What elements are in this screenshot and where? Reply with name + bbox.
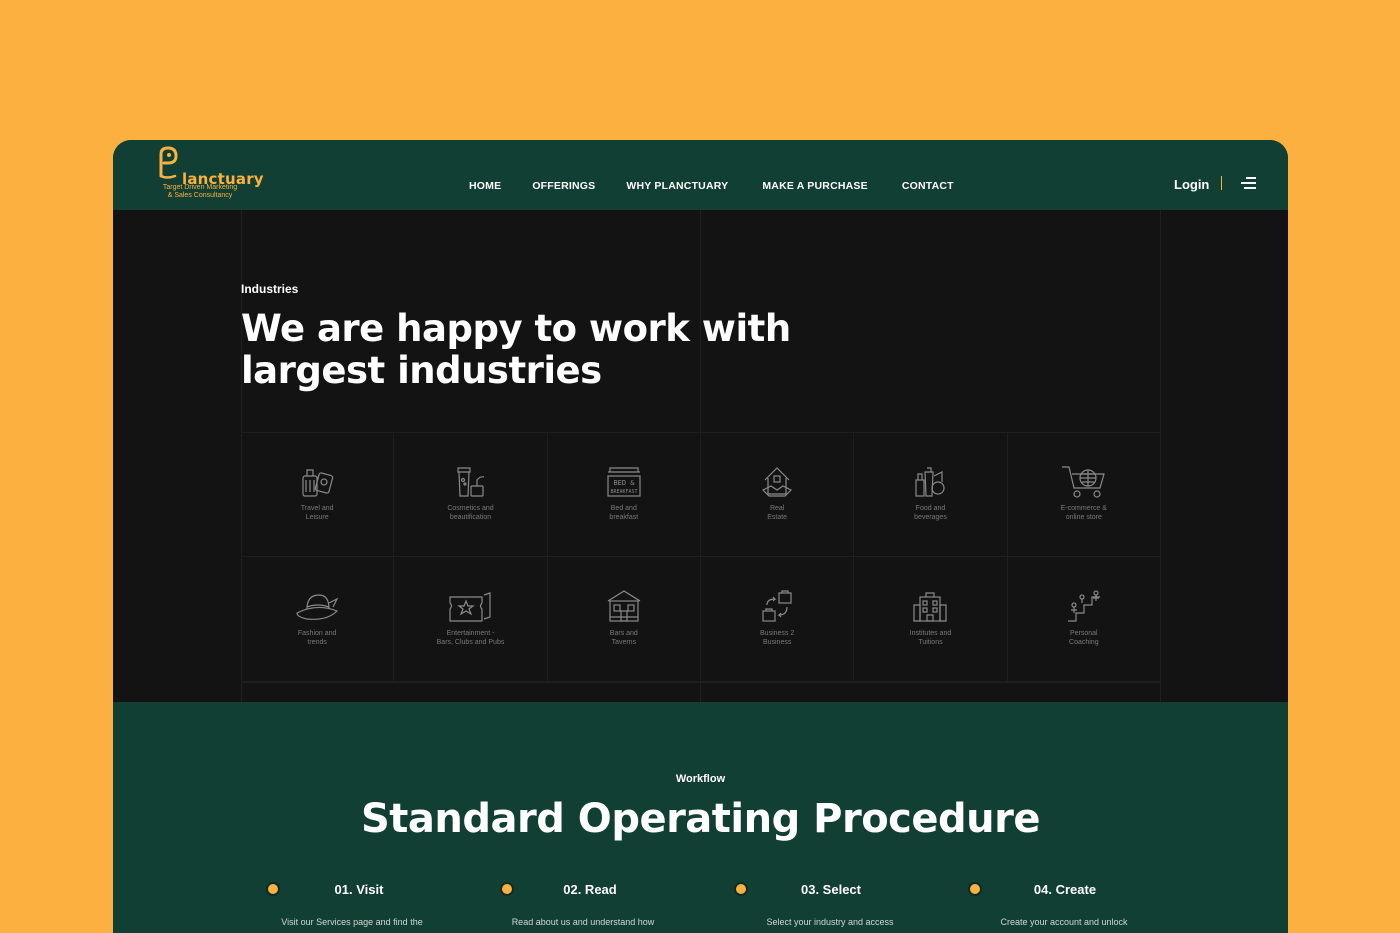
food-beverages-icon xyxy=(915,467,946,497)
nav-contact[interactable]: CONTACT xyxy=(902,180,954,192)
nav-offerings[interactable]: OFFERINGS xyxy=(532,180,595,192)
step-text: Create your account and unlock xyxy=(1000,917,1128,927)
cart-globe-icon xyxy=(1061,466,1105,498)
step-text: Select your industry and access xyxy=(766,917,894,927)
real-estate-icon xyxy=(762,467,793,497)
site-header: lanctuary Target Driven Marketing & Sale… xyxy=(113,140,1288,210)
industry-tile-bars[interactable]: Bars and Taverns xyxy=(547,557,701,682)
hamburger-icon[interactable] xyxy=(1240,177,1256,189)
industries-title-line1: We are happy to work with xyxy=(241,307,791,350)
workflow-title: Standard Operating Procedure xyxy=(361,796,1041,842)
step-text: Visit our Services page and find the xyxy=(281,917,423,927)
tile-label: Fashion and trends xyxy=(297,630,337,646)
cosmetics-icon xyxy=(457,467,485,497)
tile-label: E-commerce & online store xyxy=(1060,505,1107,521)
brand-tagline: Target Driven Marketing & Sales Consulta… xyxy=(145,184,255,200)
svg-text:BED &: BED & xyxy=(613,479,635,487)
site-frame: lanctuary Target Driven Marketing & Sale… xyxy=(113,140,1288,933)
industry-tile-entertainment[interactable]: Entertainment - Bars, Clubs and Pubs xyxy=(394,557,548,682)
b2b-icon xyxy=(762,590,792,622)
nav-why-planctuary[interactable]: WHY PLANCTUARY xyxy=(626,180,728,192)
step-title: 01. Visit xyxy=(334,882,384,897)
industry-tile-bed-breakfast[interactable]: BED & BREAKFAST Bed and breakfast xyxy=(547,432,701,557)
login-link[interactable]: Login xyxy=(1174,177,1209,192)
industry-grid: Travel and Leisure Cosmetics and beautif… xyxy=(241,432,1161,682)
workflow-kicker: Workflow xyxy=(675,773,726,785)
industry-tile-institutes[interactable]: Institutes and Tuitions xyxy=(854,557,1008,682)
coaching-icon xyxy=(1067,590,1100,622)
industries-kicker: Industries xyxy=(241,282,299,296)
industry-tile-cosmetics[interactable]: Cosmetics and beautification xyxy=(394,432,548,557)
tagline-line1: Target Driven Marketing xyxy=(162,184,238,191)
step-title: 04. Create xyxy=(1033,882,1097,897)
main-nav: HOME OFFERINGS WHY PLANCTUARY MAKE A PUR… xyxy=(469,180,985,192)
tagline-line2: & Sales Consultancy xyxy=(167,192,233,199)
workflow-section: Workflow Standard Operating Procedure 01… xyxy=(113,702,1288,933)
nav-home[interactable]: HOME xyxy=(469,180,501,192)
tile-label: Institutes and Tuitions xyxy=(909,630,952,646)
tile-label: Cosmetics and beautification xyxy=(447,505,494,521)
tickets-icon xyxy=(449,592,492,622)
tile-label: Personal Coaching xyxy=(1069,630,1099,646)
step-text: Read about us and understand how xyxy=(511,917,655,927)
tile-label: Bars and Taverns xyxy=(609,630,638,646)
tile-label: Travel and Leisure xyxy=(300,505,334,521)
grid-line xyxy=(241,682,1161,683)
step-title: 03. Select xyxy=(801,882,861,897)
industry-tile-ecommerce[interactable]: E-commerce & online store xyxy=(1007,432,1161,557)
industries-title-line2: largest industries xyxy=(241,349,602,392)
industry-tile-real-estate[interactable]: Real Estate xyxy=(700,432,855,557)
industry-tile-coaching[interactable]: Personal Coaching xyxy=(1007,557,1161,682)
step-title: 02. Read xyxy=(563,882,617,897)
tile-label: Business 2 Business xyxy=(760,630,795,646)
brand-logo[interactable]: lanctuary Target Driven Marketing & Sale… xyxy=(145,146,264,204)
header-divider xyxy=(1221,176,1222,190)
industry-tile-travel[interactable]: Travel and Leisure xyxy=(241,432,395,557)
industry-tile-fashion[interactable]: Fashion and trends xyxy=(241,557,395,682)
industries-section: Industries We are happy to work with lar… xyxy=(113,210,1288,702)
hat-icon xyxy=(296,594,339,620)
tile-label: Real Estate xyxy=(767,505,788,521)
tavern-icon xyxy=(607,590,641,622)
industry-tile-b2b[interactable]: Business 2 Business xyxy=(700,557,855,682)
logo-mark-icon xyxy=(159,146,178,179)
tile-label: Bed and breakfast xyxy=(609,505,639,521)
nav-make-a-purchase[interactable]: MAKE A PURCHASE xyxy=(762,180,867,192)
industry-tile-food[interactable]: Food and beverages xyxy=(854,432,1008,557)
industries-title: We are happy to work with largest indust… xyxy=(241,308,801,392)
tile-label: Entertainment - Bars, Clubs and Pubs xyxy=(436,630,505,646)
svg-text:BREAKFAST: BREAKFAST xyxy=(610,489,637,495)
institute-icon xyxy=(913,592,948,622)
tile-label: Food and beverages xyxy=(914,505,947,521)
luggage-icon xyxy=(302,469,334,497)
bed-breakfast-icon: BED & BREAKFAST xyxy=(607,467,641,497)
